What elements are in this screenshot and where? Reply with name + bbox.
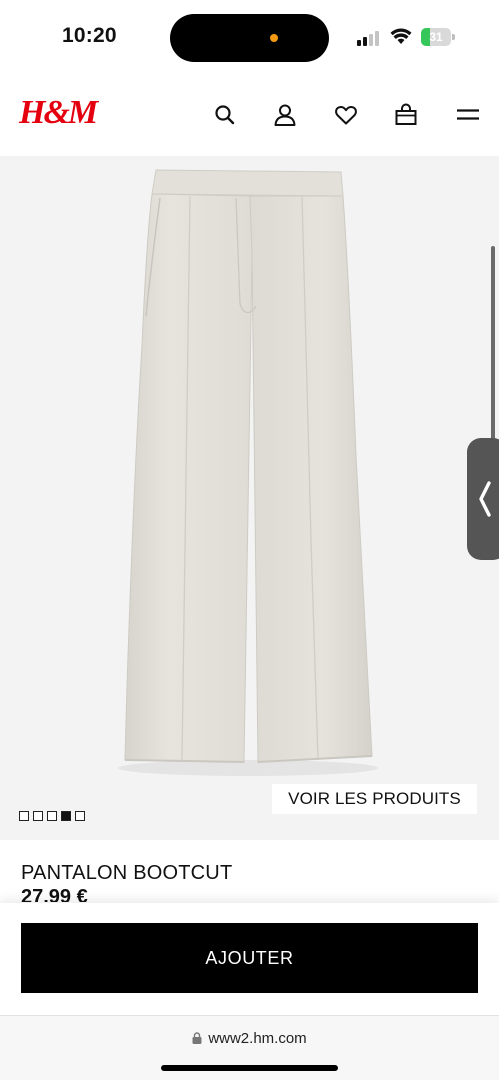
side-panel-handle[interactable]: [467, 438, 499, 560]
status-time: 10:20: [62, 24, 117, 47]
add-to-cart-button[interactable]: AJOUTER: [21, 923, 478, 993]
product-price: 27,99 €: [21, 886, 88, 902]
chevron-left-icon: [479, 481, 491, 517]
gallery-dot[interactable]: [47, 811, 57, 821]
cellular-signal-icon: [357, 30, 383, 46]
gallery-dot[interactable]: [61, 811, 71, 821]
gallery-dot[interactable]: [33, 811, 43, 821]
url-text: www2.hm.com: [208, 1030, 307, 1047]
battery-icon: 31: [421, 28, 455, 46]
camera-indicator-dot: [270, 34, 278, 42]
battery-level: 31: [429, 30, 443, 44]
search-icon[interactable]: [212, 102, 238, 128]
scroll-indicator: [491, 246, 495, 456]
product-image-gallery[interactable]: VOIR LES PRODUITS: [0, 156, 499, 840]
product-title: PANTALON BOOTCUT: [21, 862, 233, 884]
voir-les-produits-button[interactable]: VOIR LES PRODUITS: [272, 784, 477, 814]
favorites-heart-icon[interactable]: [333, 102, 359, 128]
site-header: H&M: [0, 78, 499, 156]
gallery-dot[interactable]: [19, 811, 29, 821]
home-indicator[interactable]: [161, 1065, 338, 1071]
url-display[interactable]: www2.hm.com: [0, 1030, 499, 1047]
shopping-bag-icon[interactable]: [393, 102, 419, 128]
dynamic-island: [170, 14, 329, 62]
product-photo-pants: [118, 169, 378, 776]
gallery-dot[interactable]: [75, 811, 85, 821]
status-bar: 10:20 31: [0, 0, 499, 78]
browser-address-bar[interactable]: www2.hm.com: [0, 1015, 499, 1080]
lock-icon: [192, 1032, 202, 1044]
wifi-icon: [390, 26, 412, 46]
menu-hamburger-icon[interactable]: [455, 102, 481, 128]
hm-logo[interactable]: H&M: [19, 94, 98, 132]
add-to-cart-panel: AJOUTER: [0, 903, 499, 1015]
account-icon[interactable]: [272, 102, 298, 128]
